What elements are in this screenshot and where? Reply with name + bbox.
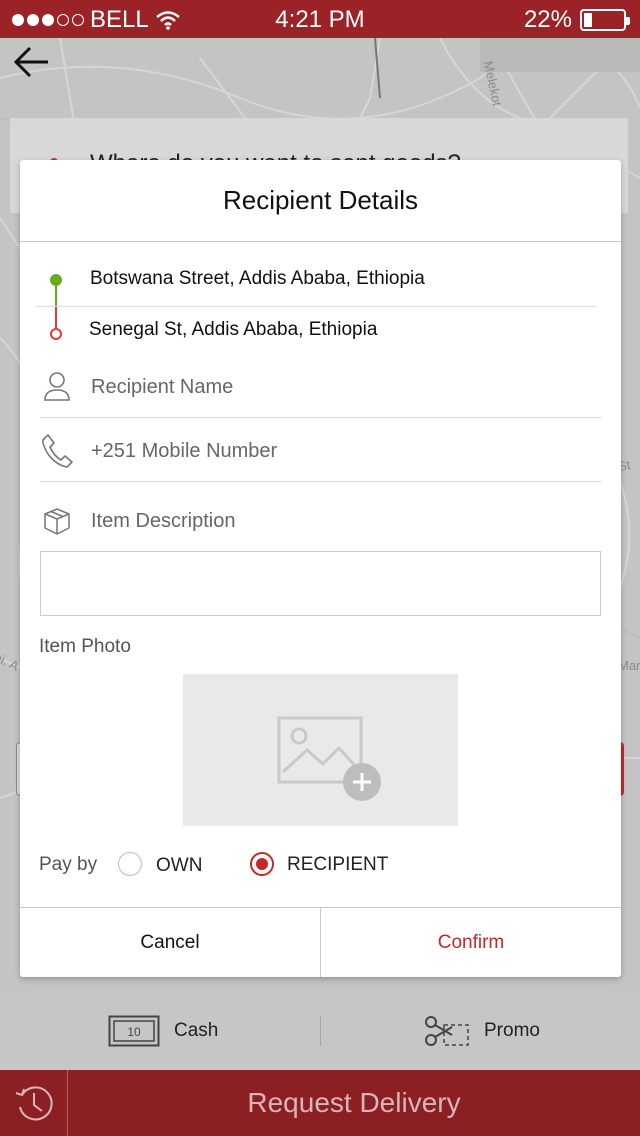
mobile-number-field[interactable]: +251 Mobile Number	[40, 418, 601, 482]
payment-divider	[320, 1016, 321, 1046]
phone-icon	[42, 434, 73, 468]
confirm-button[interactable]: Confirm	[321, 908, 621, 977]
history-button[interactable]	[0, 1070, 68, 1136]
cash-icon: 10	[108, 1015, 160, 1047]
scissors-icon	[425, 1016, 469, 1046]
pay-by-label: Pay by	[39, 854, 98, 875]
cash-option[interactable]: 10 Cash	[108, 992, 218, 1070]
battery-status: 22%	[523, 6, 630, 34]
person-icon	[44, 372, 70, 401]
payment-options-row: 10 Cash Promo	[0, 992, 640, 1070]
route-divider	[36, 306, 596, 307]
pay-own-radio[interactable]	[118, 852, 142, 876]
dialog-title: Recipient Details	[20, 160, 621, 242]
package-icon	[44, 508, 70, 535]
request-delivery-button[interactable]: Request Delivery	[68, 1070, 640, 1136]
map-street-label: Mar	[618, 658, 640, 673]
pay-own-label[interactable]: OWN	[156, 855, 202, 877]
item-photo-picker[interactable]	[183, 674, 458, 826]
promo-option[interactable]: Promo	[424, 992, 540, 1070]
item-description-field: Item Description	[40, 494, 601, 544]
recipient-name-field[interactable]: Recipient Name	[40, 354, 601, 418]
pay-recipient-radio[interactable]	[250, 852, 274, 876]
status-bar: BELL 4:21 PM 22%	[0, 0, 640, 38]
request-delivery-bar: Request Delivery	[0, 1070, 640, 1136]
add-photo-icon[interactable]	[342, 762, 382, 802]
history-icon	[15, 1086, 53, 1121]
item-description-input[interactable]	[40, 551, 601, 616]
item-description-label: Item Description	[91, 510, 236, 532]
item-photo-label: Item Photo	[39, 636, 131, 657]
pickup-address[interactable]: Botswana Street, Addis Ababa, Ethiopia	[90, 268, 425, 290]
pay-by-row: Pay by OWN RECIPIENT	[39, 850, 599, 880]
back-arrow-icon[interactable]	[12, 42, 52, 82]
cash-label: Cash	[174, 1020, 219, 1041]
cancel-button[interactable]: Cancel	[20, 908, 321, 977]
battery-icon	[580, 9, 630, 31]
recipient-details-dialog: Recipient Details Botswana Street, Addis…	[20, 160, 621, 977]
dropoff-address[interactable]: Senegal St, Addis Ababa, Ethiopia	[89, 319, 377, 341]
mobile-number-input[interactable]: +251 Mobile Number	[91, 440, 277, 463]
battery-percent: 22%	[523, 6, 572, 33]
promo-label: Promo	[484, 1020, 540, 1041]
recipient-name-input[interactable]: Recipient Name	[91, 376, 233, 399]
cash-icon-text: 10	[127, 1025, 141, 1039]
dialog-actions: Cancel Confirm	[20, 907, 621, 977]
pay-recipient-label[interactable]: RECIPIENT	[287, 854, 388, 876]
